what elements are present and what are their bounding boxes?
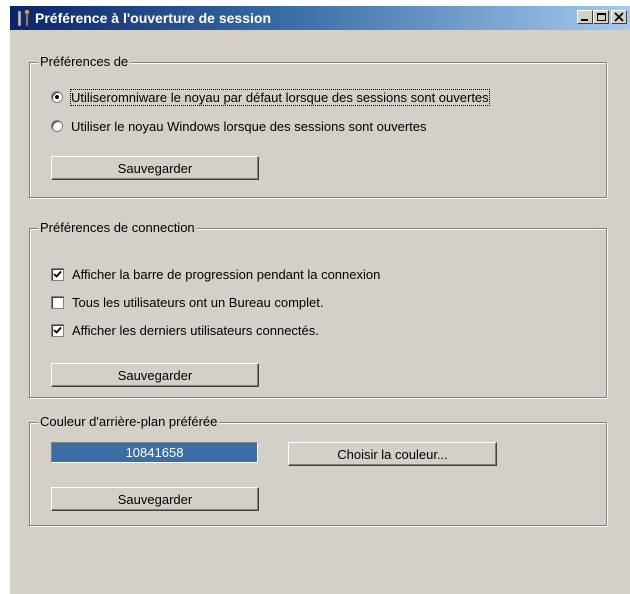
- color-value-field: 10841658: [51, 442, 258, 463]
- window-title: Préférence à l'ouverture de session: [35, 10, 271, 26]
- save-kernel-button[interactable]: Sauvegarder: [51, 156, 259, 180]
- checkbox-label: Afficher la barre de progression pendant…: [72, 266, 381, 282]
- radio-label: Utiliser le noyau Windows lorsque des se…: [71, 118, 427, 134]
- background-color-group: Couleur d'arrière-plan préférée 10841658…: [29, 414, 607, 526]
- radio-windows-kernel[interactable]: Utiliser le noyau Windows lorsque des se…: [51, 117, 427, 135]
- radio-default-kernel[interactable]: Utiliseromniware le noyau par défaut lor…: [51, 88, 490, 106]
- checkbox-label: Tous les utilisateurs ont un Bureau comp…: [72, 294, 324, 310]
- radio-button[interactable]: [51, 91, 63, 103]
- checkbox-progress-bar[interactable]: Afficher la barre de progression pendant…: [51, 265, 380, 283]
- checkbox-full-desktop[interactable]: Tous les utilisateurs ont un Bureau comp…: [51, 293, 323, 311]
- checkbox[interactable]: [51, 295, 64, 309]
- save-color-button[interactable]: Sauvegarder: [51, 487, 259, 511]
- radio-button[interactable]: [51, 120, 63, 132]
- connection-group-label: Préférences de connection: [38, 220, 197, 235]
- minimize-button[interactable]: [577, 10, 593, 24]
- connection-preferences-group: Préférences de connection Afficher la ba…: [29, 220, 607, 398]
- preferences-window: Préférence à l'ouverture de session Préf…: [9, 5, 630, 594]
- title-bar[interactable]: Préférence à l'ouverture de session: [10, 6, 630, 30]
- kernel-preferences-group: Préférences de Utiliseromniware le noyau…: [29, 54, 607, 198]
- checkbox-label: Afficher les derniers utilisateurs conne…: [72, 322, 319, 338]
- choose-color-button[interactable]: Choisir la couleur...: [288, 442, 497, 466]
- save-connection-button[interactable]: Sauvegarder: [51, 363, 259, 387]
- maximize-button[interactable]: [593, 10, 609, 24]
- kernel-group-label: Préférences de: [38, 54, 131, 69]
- checkbox[interactable]: [51, 267, 64, 281]
- close-button[interactable]: [611, 10, 627, 24]
- color-group-label: Couleur d'arrière-plan préférée: [38, 414, 220, 429]
- radio-label: Utiliseromniware le noyau par défaut lor…: [70, 88, 490, 106]
- checkbox[interactable]: [51, 323, 64, 337]
- checkbox-last-users[interactable]: Afficher les derniers utilisateurs conne…: [51, 321, 319, 339]
- tools-icon: [16, 9, 32, 27]
